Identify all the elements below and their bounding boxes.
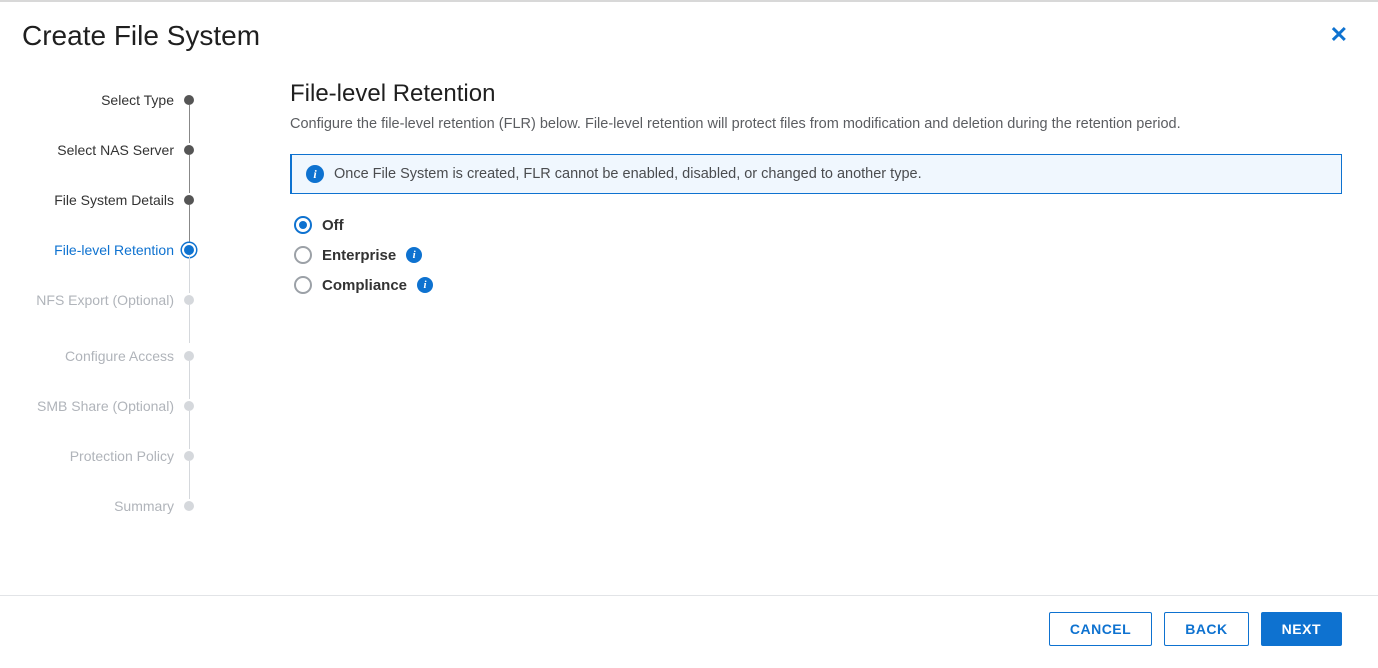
- info-banner: i Once File System is created, FLR canno…: [290, 154, 1342, 194]
- step-file-level-retention[interactable]: File-level Retention: [0, 240, 210, 290]
- step-configure-access: Configure Access: [0, 346, 210, 396]
- dialog-title: Create File System: [22, 20, 260, 52]
- step-connector: [189, 361, 190, 399]
- step-protection-policy: Protection Policy: [0, 446, 210, 496]
- flr-options: Off Enterprise i Compliance i: [290, 216, 1342, 294]
- main-panel: File-level Retention Configure the file-…: [210, 60, 1378, 595]
- step-dot-icon: [184, 451, 194, 461]
- panel-description: Configure the file-level retention (FLR)…: [290, 116, 1342, 132]
- step-summary: Summary: [0, 496, 210, 546]
- dialog-header: Create File System ✕: [0, 2, 1378, 60]
- step-connector: [189, 461, 190, 499]
- step-label: SMB Share (Optional): [37, 398, 174, 416]
- step-connector: [189, 205, 190, 243]
- step-nfs-export: NFS Export (Optional): [0, 290, 210, 346]
- step-connector: [189, 155, 190, 193]
- option-enterprise[interactable]: Enterprise i: [294, 246, 1342, 264]
- step-label: NFS Export (Optional): [36, 292, 174, 310]
- option-label: Off: [322, 217, 344, 234]
- step-dot-icon: [184, 401, 194, 411]
- info-message: Once File System is created, FLR cannot …: [334, 166, 922, 182]
- step-dot-icon: [184, 351, 194, 361]
- step-label: File System Details: [54, 192, 174, 210]
- cancel-button[interactable]: CANCEL: [1049, 612, 1152, 646]
- content-area: Select Type Select NAS Server File Syste…: [0, 60, 1378, 595]
- step-dot-icon: [184, 95, 194, 105]
- back-button[interactable]: BACK: [1164, 612, 1248, 646]
- step-label: Protection Policy: [70, 448, 174, 466]
- step-connector: [189, 305, 190, 343]
- info-icon: i: [306, 165, 324, 183]
- wizard-steps: Select Type Select NAS Server File Syste…: [0, 60, 210, 595]
- panel-heading: File-level Retention: [290, 80, 1342, 108]
- step-dot-icon: [184, 145, 194, 155]
- step-connector: [189, 255, 190, 293]
- radio-icon: [294, 216, 312, 234]
- step-label: Summary: [114, 498, 174, 516]
- step-dot-icon: [184, 195, 194, 205]
- next-button[interactable]: NEXT: [1261, 612, 1342, 646]
- info-icon[interactable]: i: [417, 277, 433, 293]
- step-label: Configure Access: [65, 348, 174, 366]
- step-label: File-level Retention: [54, 242, 174, 260]
- step-label: Select Type: [101, 92, 174, 110]
- step-dot-icon: [184, 295, 194, 305]
- step-smb-share: SMB Share (Optional): [0, 396, 210, 446]
- close-icon[interactable]: ✕: [1322, 20, 1356, 50]
- step-label: Select NAS Server: [57, 142, 174, 160]
- dialog-footer: CANCEL BACK NEXT: [0, 595, 1378, 668]
- step-connector: [189, 411, 190, 449]
- step-select-type[interactable]: Select Type: [0, 90, 210, 140]
- step-file-system-details[interactable]: File System Details: [0, 190, 210, 240]
- step-dot-icon: [184, 501, 194, 511]
- info-icon[interactable]: i: [406, 247, 422, 263]
- option-label: Enterprise: [322, 247, 396, 264]
- option-compliance[interactable]: Compliance i: [294, 276, 1342, 294]
- option-off[interactable]: Off: [294, 216, 1342, 234]
- option-label: Compliance: [322, 277, 407, 294]
- radio-icon: [294, 246, 312, 264]
- step-select-nas-server[interactable]: Select NAS Server: [0, 140, 210, 190]
- step-dot-icon: [184, 245, 194, 255]
- radio-icon: [294, 276, 312, 294]
- step-connector: [189, 105, 190, 143]
